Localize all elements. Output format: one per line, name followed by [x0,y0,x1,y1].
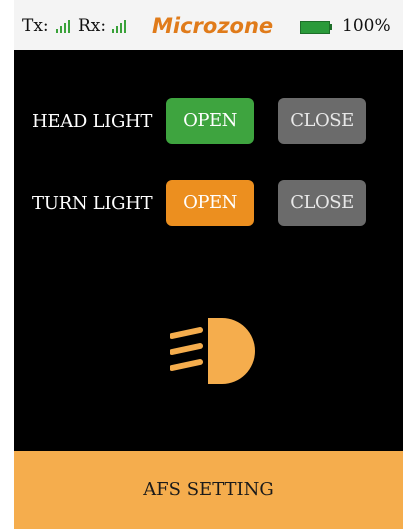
afs-setting-button[interactable]: AFS SETTING [14,451,403,529]
battery-icon [300,21,330,34]
turn-light-close-button[interactable]: CLOSE [278,180,366,226]
rx-label: Rx: [78,16,107,36]
rx-signal-icon [112,20,128,33]
head-light-open-button[interactable]: OPEN [166,98,254,144]
afs-setting-label: AFS SETTING [143,479,274,500]
battery-tip [329,24,332,30]
battery-percent: 100% [342,16,391,36]
tx-signal-icon [56,20,72,33]
headlight-icon [170,318,255,384]
status-bar: Tx: Rx: Microzone 100% [14,0,403,50]
turn-light-open-button[interactable]: OPEN [166,180,254,226]
head-light-label: HEAD LIGHT [32,111,153,132]
tx-label: Tx: [22,16,49,36]
brand-logo: Microzone [152,14,274,38]
device-screen: Tx: Rx: Microzone 100% HEAD LIGHT OPEN C… [14,0,403,529]
head-light-close-button[interactable]: CLOSE [278,98,366,144]
turn-light-label: TURN LIGHT [32,193,153,214]
